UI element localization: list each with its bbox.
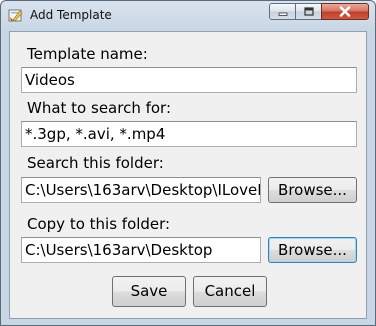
maximize-button[interactable] (295, 3, 322, 20)
close-icon (339, 6, 351, 17)
add-template-window: Add Template Template name: Videos What … (0, 0, 376, 326)
window-title: Add Template (30, 8, 112, 22)
search-folder-input[interactable]: C:\Users\163arv\Desktop\ILoveFr (21, 177, 261, 203)
copy-folder-label: Copy to this folder: (27, 215, 171, 233)
title-bar[interactable]: Add Template (1, 1, 375, 31)
template-name-input[interactable]: Videos (21, 67, 357, 93)
minimize-button[interactable] (269, 3, 296, 20)
search-pattern-input[interactable]: *.3gp, *.avi, *.mp4 (21, 121, 357, 147)
app-icon (8, 9, 23, 22)
save-button[interactable]: Save (112, 276, 186, 307)
browse-search-folder-button[interactable]: Browse... (268, 177, 357, 203)
search-folder-label: Search this folder: (27, 154, 164, 172)
maximize-icon (303, 6, 314, 16)
minimize-icon (278, 12, 287, 16)
cancel-button[interactable]: Cancel (193, 276, 267, 307)
search-pattern-label: What to search for: (27, 99, 172, 117)
close-button[interactable] (321, 3, 369, 20)
template-name-label: Template name: (27, 45, 148, 63)
browse-copy-folder-button[interactable]: Browse... (268, 237, 357, 263)
dialog-body: Template name: Videos What to search for… (9, 31, 367, 319)
copy-folder-input[interactable]: C:\Users\163arv\Desktop (21, 237, 261, 263)
